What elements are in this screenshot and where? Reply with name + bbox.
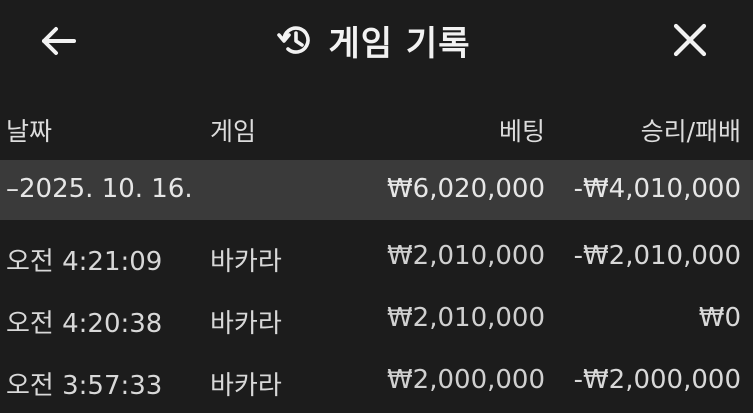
row-game: 바카라 xyxy=(210,309,282,339)
row-result: ₩0 xyxy=(698,303,741,333)
table-row[interactable]: 오전 3:57:33 바카라 ₩2,000,000 -₩2,000,000 xyxy=(0,351,753,413)
group-bet-total: ₩6,020,000 xyxy=(386,174,545,204)
row-result: -₩2,000,000 xyxy=(573,365,741,395)
row-result: -₩2,010,000 xyxy=(573,241,741,271)
row-game: 바카라 xyxy=(210,247,282,277)
table-row[interactable]: 오전 4:20:38 바카라 ₩2,010,000 ₩0 xyxy=(0,289,753,351)
history-icon xyxy=(276,26,310,54)
table-row[interactable]: 오전 4:21:09 바카라 ₩2,010,000 -₩2,010,000 xyxy=(0,227,753,289)
row-game: 바카라 xyxy=(210,371,282,401)
arrow-left-icon xyxy=(42,27,76,55)
header-bar: 게임 기록 xyxy=(0,0,753,80)
group-date: –2025. 10. 16. xyxy=(6,174,193,204)
column-header-game: 게임 xyxy=(210,117,257,146)
row-time: 오전 4:21:09 xyxy=(6,247,163,277)
title-group: 게임 기록 xyxy=(0,0,753,80)
close-button[interactable] xyxy=(668,18,712,62)
column-header-result: 승리/패배 xyxy=(640,117,741,146)
close-icon xyxy=(673,23,707,57)
row-bet: ₩2,000,000 xyxy=(386,365,545,395)
row-time: 오전 3:57:33 xyxy=(6,371,163,401)
group-result-total: -₩4,010,000 xyxy=(573,174,741,204)
page-title: 게임 기록 xyxy=(328,23,471,64)
date-group-row[interactable]: –2025. 10. 16. ₩6,020,000 -₩4,010,000 xyxy=(0,160,753,220)
row-time: 오전 4:20:38 xyxy=(6,309,163,339)
row-bet: ₩2,010,000 xyxy=(386,241,545,271)
back-button[interactable] xyxy=(38,20,80,62)
column-header-date: 날짜 xyxy=(6,117,53,146)
table-header: 날짜 게임 베팅 승리/패배 xyxy=(0,100,753,156)
column-header-bet: 베팅 xyxy=(498,117,545,146)
row-bet: ₩2,010,000 xyxy=(386,303,545,333)
